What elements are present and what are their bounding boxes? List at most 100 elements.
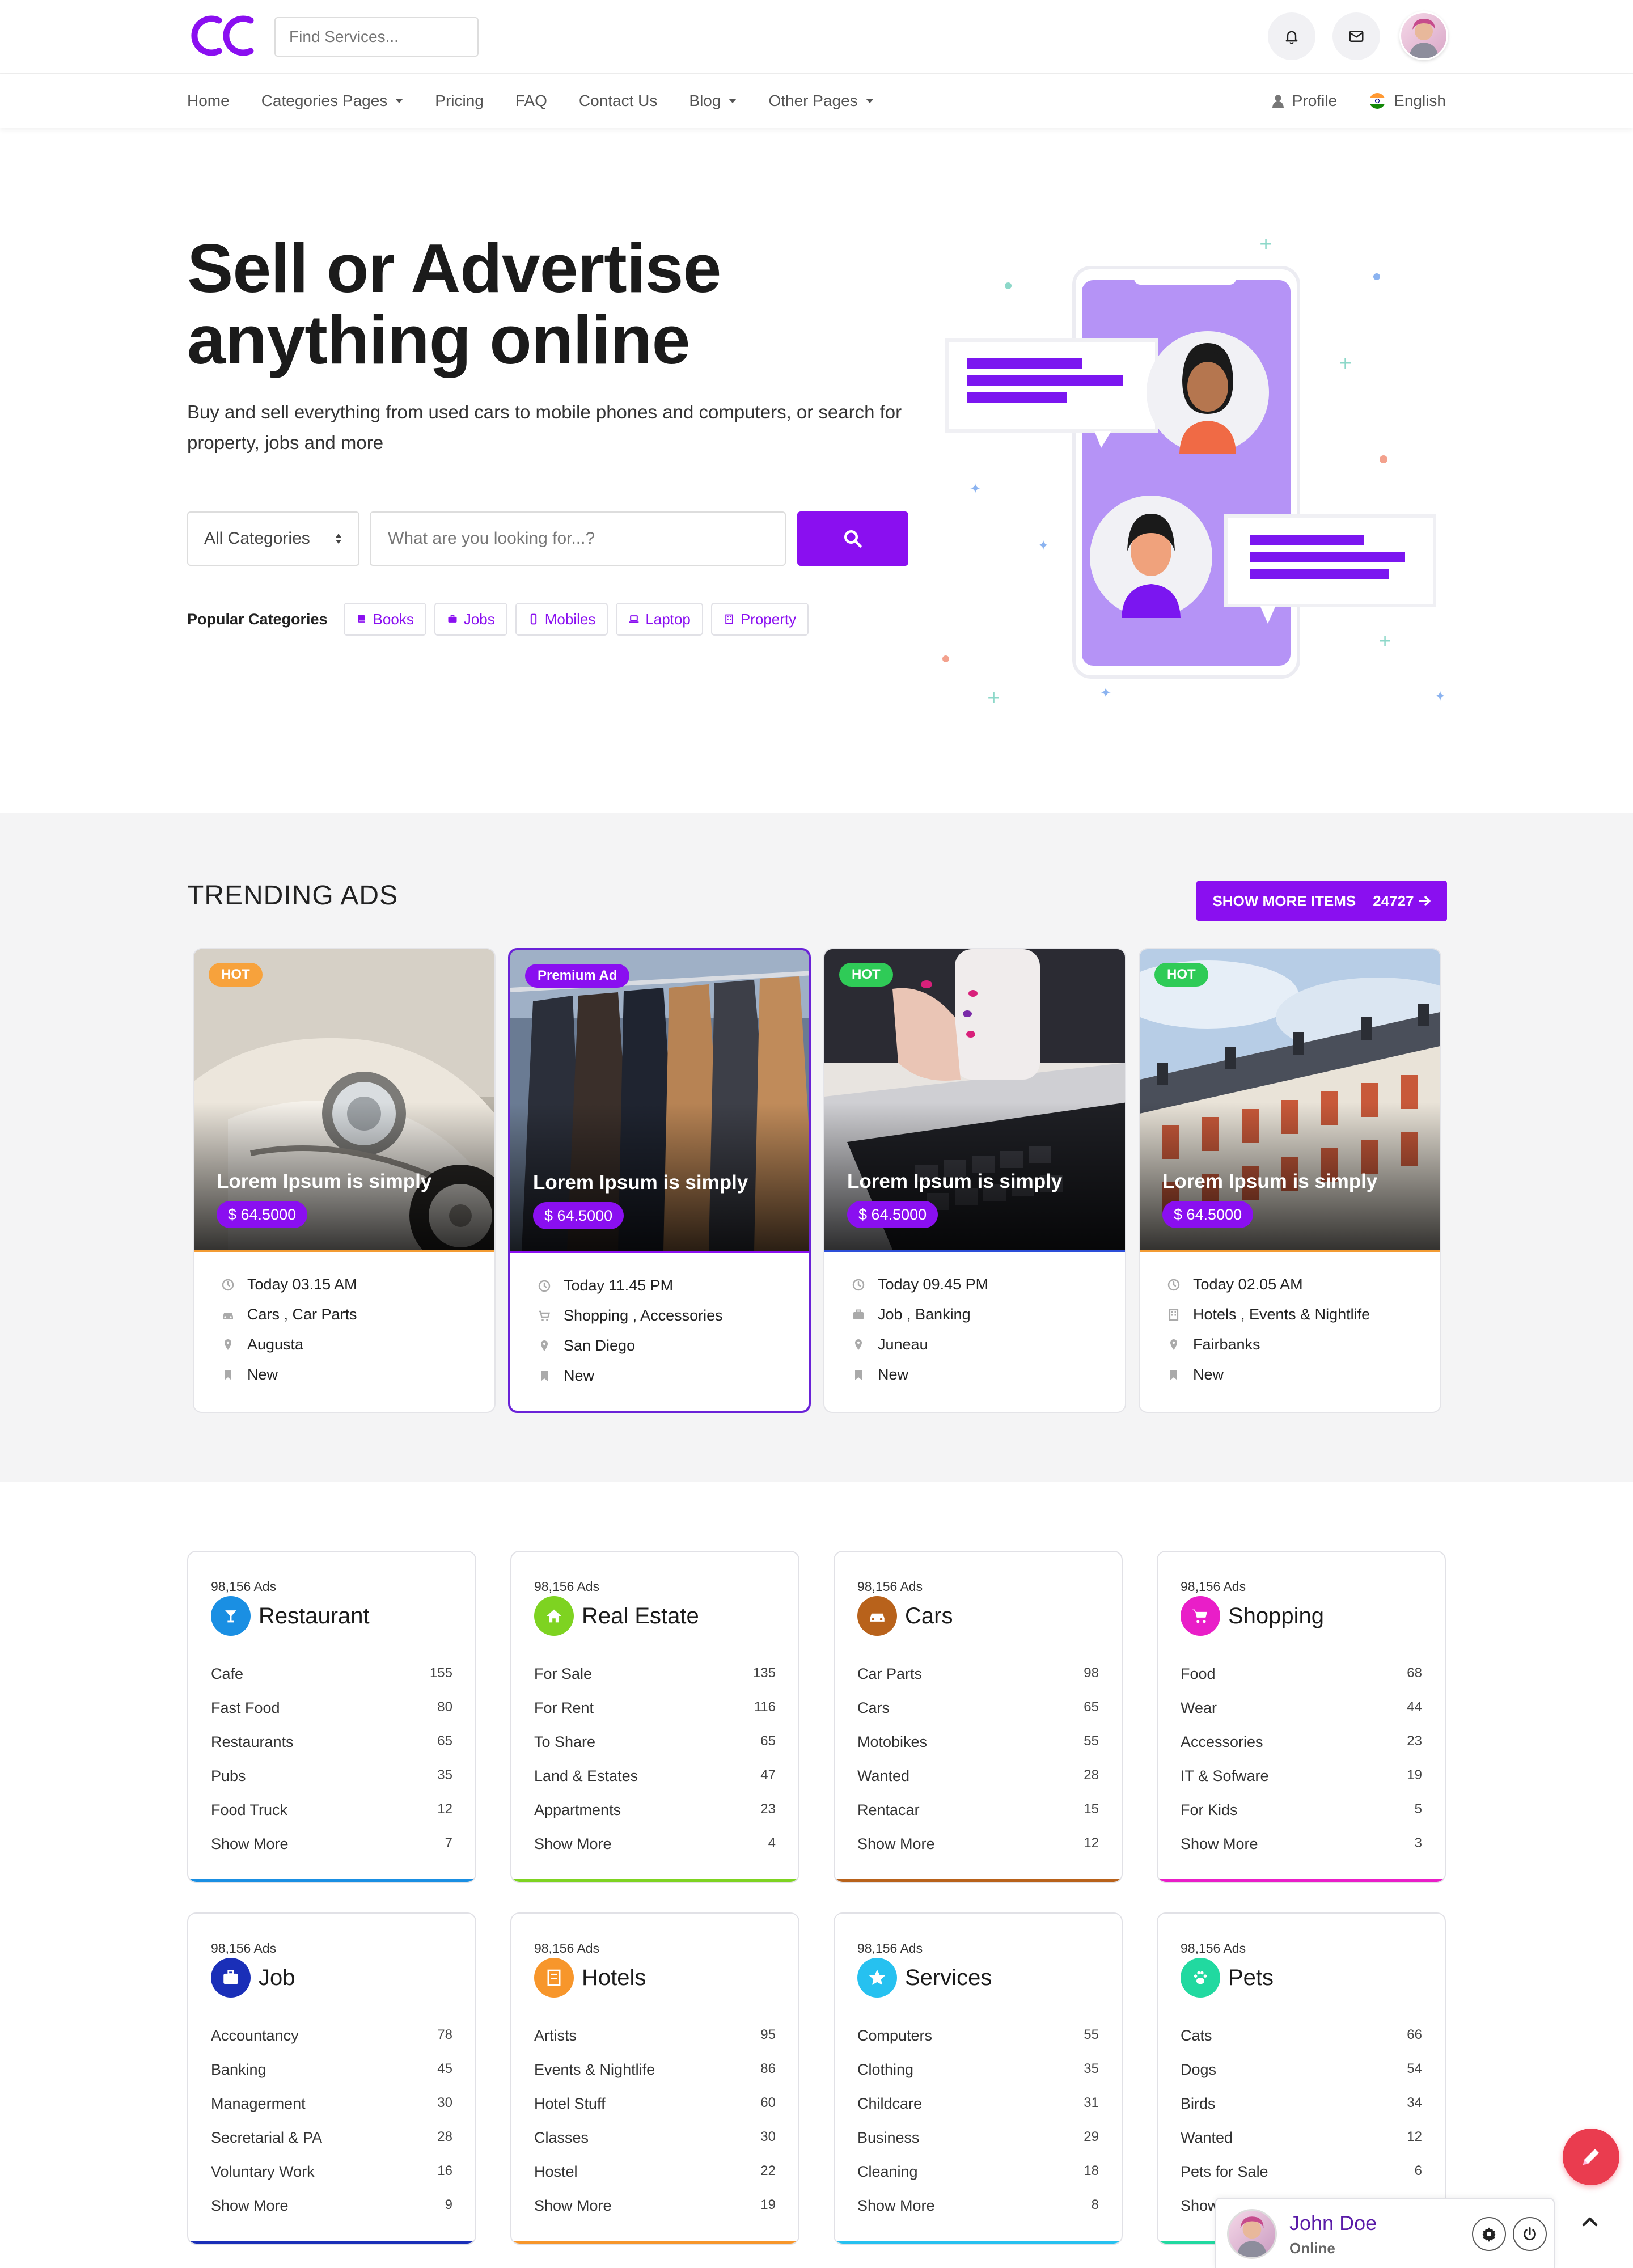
category-item-label[interactable]: Restaurants	[211, 1733, 294, 1751]
category-list-item[interactable]: Wanted 12	[1181, 2129, 1422, 2163]
scroll-top-button[interactable]	[1577, 2209, 1602, 2234]
category-list-item[interactable]: Managerment 30	[211, 2095, 452, 2129]
category-list-item[interactable]: Business 29	[857, 2129, 1099, 2163]
nav-item-categories-pages[interactable]: Categories Pages	[261, 92, 404, 110]
category-header[interactable]: Job	[211, 1958, 295, 1998]
category-list-item[interactable]: Accessories 23	[1181, 1733, 1422, 1767]
category-select[interactable]: All Categories	[187, 511, 359, 566]
category-list-item[interactable]: Artists 95	[534, 2027, 776, 2061]
ad-category[interactable]: Job , Banking	[878, 1306, 971, 1323]
category-list-item[interactable]: Birds 34	[1181, 2095, 1422, 2129]
category-item-label[interactable]: For Rent	[534, 1699, 594, 1717]
ad-title[interactable]: Lorem Ipsum is simply	[1162, 1170, 1377, 1193]
category-list-item[interactable]: Pubs 35	[211, 1767, 452, 1801]
category-item-label[interactable]: Food	[1181, 1665, 1216, 1683]
category-item-label[interactable]: Accessories	[1181, 1733, 1263, 1751]
category-item-label[interactable]: Childcare	[857, 2095, 922, 2113]
category-list-item[interactable]: Banking 45	[211, 2061, 452, 2095]
notifications-button[interactable]	[1268, 12, 1315, 60]
category-list-item[interactable]: Land & Estates 47	[534, 1767, 776, 1801]
ad-card[interactable]: HOT Lorem Ipsum is simply $ 64.5000 Toda…	[193, 948, 496, 1413]
category-item-label[interactable]: Business	[857, 2129, 920, 2147]
profile-link[interactable]: Profile	[1272, 92, 1337, 110]
category-item-label[interactable]: Appartments	[534, 1801, 621, 1819]
category-item-label[interactable]: Clothing	[857, 2061, 913, 2079]
post-ad-fab[interactable]	[1563, 2129, 1619, 2185]
category-list-item[interactable]: Pets for Sale 6	[1181, 2163, 1422, 2197]
popular-chip-books[interactable]: Books	[343, 603, 426, 636]
category-item-label[interactable]: Artists	[534, 2027, 577, 2045]
hero-search-input[interactable]: What are you looking for...?	[370, 511, 786, 566]
category-list-item[interactable]: Show More 19	[534, 2197, 776, 2231]
category-list-item[interactable]: Events & Nightlife 86	[534, 2061, 776, 2095]
category-list-item[interactable]: Show More 4	[534, 1835, 776, 1869]
language-select[interactable]: English	[1369, 92, 1446, 110]
category-header[interactable]: Services	[857, 1958, 992, 1998]
category-list-item[interactable]: Clothing 35	[857, 2061, 1099, 2095]
ad-category[interactable]: Shopping , Accessories	[564, 1307, 723, 1325]
category-item-label[interactable]: Pets for Sale	[1181, 2163, 1268, 2181]
category-item-label[interactable]: For Sale	[534, 1665, 592, 1683]
category-item-label[interactable]: Secretarial & PA	[211, 2129, 322, 2147]
category-list-item[interactable]: Cafe 155	[211, 1665, 452, 1699]
ad-title[interactable]: Lorem Ipsum is simply	[217, 1170, 431, 1193]
category-item-label[interactable]: Food Truck	[211, 1801, 287, 1819]
category-list-item[interactable]: Classes 30	[534, 2129, 776, 2163]
category-item-label[interactable]: Show More	[211, 2197, 289, 2215]
category-item-label[interactable]: Accountancy	[211, 2027, 299, 2045]
category-list-item[interactable]: Show More 7	[211, 1835, 452, 1869]
category-item-label[interactable]: To Share	[534, 1733, 595, 1751]
category-list-item[interactable]: Car Parts 98	[857, 1665, 1099, 1699]
category-list-item[interactable]: Food Truck 12	[211, 1801, 452, 1835]
popular-chip-mobiles[interactable]: Mobiles	[515, 603, 608, 636]
category-item-label[interactable]: Managerment	[211, 2095, 306, 2113]
category-item-label[interactable]: Hostel	[534, 2163, 578, 2181]
category-header[interactable]: Hotels	[534, 1958, 646, 1998]
nav-item-other-pages[interactable]: Other Pages	[768, 92, 874, 110]
category-list-item[interactable]: Hotel Stuff 60	[534, 2095, 776, 2129]
ad-title[interactable]: Lorem Ipsum is simply	[533, 1171, 748, 1194]
category-list-item[interactable]: Dogs 54	[1181, 2061, 1422, 2095]
category-item-label[interactable]: Wanted	[1181, 2129, 1233, 2147]
category-item-label[interactable]: For Kids	[1181, 1801, 1238, 1819]
ad-category[interactable]: Hotels , Events & Nightlife	[1193, 1306, 1370, 1323]
category-header[interactable]: Cars	[857, 1596, 953, 1636]
chat-power-button[interactable]	[1513, 2217, 1547, 2251]
category-item-label[interactable]: Wanted	[857, 1767, 909, 1785]
site-logo[interactable]	[187, 12, 257, 59]
category-item-label[interactable]: Cafe	[211, 1665, 243, 1683]
category-list-item[interactable]: Cars 65	[857, 1699, 1099, 1733]
category-item-label[interactable]: Banking	[211, 2061, 266, 2079]
category-header[interactable]: Pets	[1181, 1958, 1274, 1998]
category-item-label[interactable]: Wear	[1181, 1699, 1217, 1717]
category-item-label[interactable]: Show More	[857, 2197, 935, 2215]
category-list-item[interactable]: Appartments 23	[534, 1801, 776, 1835]
category-item-label[interactable]: Cleaning	[857, 2163, 918, 2181]
category-list-item[interactable]: Show More 9	[211, 2197, 452, 2231]
category-item-label[interactable]: Land & Estates	[534, 1767, 638, 1785]
category-item-label[interactable]: Birds	[1181, 2095, 1216, 2113]
top-search-input[interactable]	[276, 18, 477, 56]
category-item-label[interactable]: Car Parts	[857, 1665, 922, 1683]
category-item-label[interactable]: Events & Nightlife	[534, 2061, 655, 2079]
category-list-item[interactable]: To Share 65	[534, 1733, 776, 1767]
category-item-label[interactable]: Show More	[857, 1835, 935, 1853]
nav-item-faq[interactable]: FAQ	[515, 92, 547, 110]
category-list-item[interactable]: IT & Sofware 19	[1181, 1767, 1422, 1801]
category-list-item[interactable]: Cats 66	[1181, 2027, 1422, 2061]
nav-item-contact-us[interactable]: Contact Us	[579, 92, 658, 110]
category-list-item[interactable]: Motobikes 55	[857, 1733, 1099, 1767]
nav-item-home[interactable]: Home	[187, 92, 230, 110]
chat-widget[interactable]: John Doe Online	[1215, 2198, 1555, 2268]
category-item-label[interactable]: Pubs	[211, 1767, 246, 1785]
category-item-label[interactable]: Show More	[211, 1835, 289, 1853]
category-list-item[interactable]: Voluntary Work 16	[211, 2163, 452, 2197]
category-item-label[interactable]: Motobikes	[857, 1733, 927, 1751]
category-header[interactable]: Shopping	[1181, 1596, 1324, 1636]
category-list-item[interactable]: Restaurants 65	[211, 1733, 452, 1767]
category-list-item[interactable]: Secretarial & PA 28	[211, 2129, 452, 2163]
show-more-items-button[interactable]: SHOW MORE ITEMS 24727	[1196, 881, 1447, 921]
category-list-item[interactable]: Accountancy 78	[211, 2027, 452, 2061]
category-item-label[interactable]: Show More	[1181, 1835, 1258, 1853]
ad-card[interactable]: Premium Ad Lorem Ipsum is simply $ 64.50…	[508, 948, 811, 1413]
